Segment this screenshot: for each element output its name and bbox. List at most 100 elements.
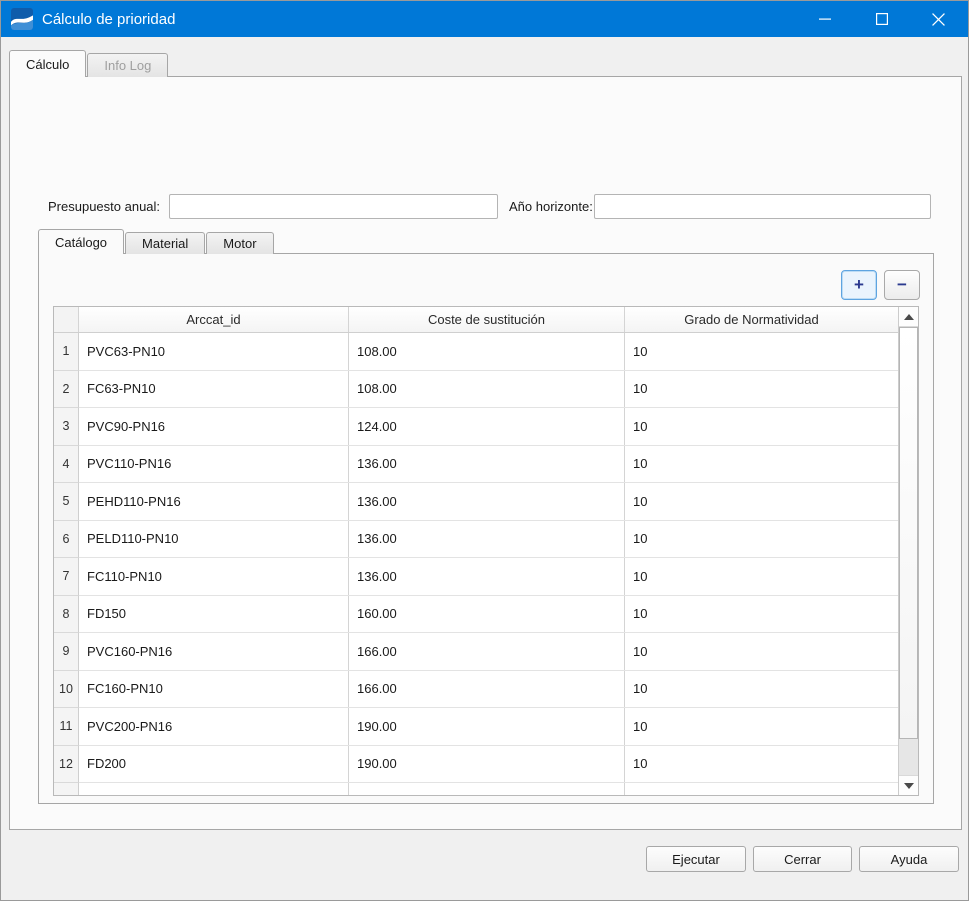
cell-coste[interactable]: 136.00 [349, 483, 625, 520]
app-logo-icon [11, 8, 33, 30]
table-row[interactable]: 7 FC110-PN10 136.00 10 [54, 558, 918, 596]
tab-info-log[interactable]: Info Log [87, 53, 168, 77]
horizonte-input[interactable] [594, 194, 931, 219]
table-body: 1 PVC63-PN10 108.00 10 2 FC63-PN10 108.0… [54, 333, 918, 796]
table-header-row: Arccat_id Coste de sustitución Grado de … [54, 307, 918, 333]
cell-grado[interactable]: 10 [625, 408, 878, 445]
column-header-coste[interactable]: Coste de sustitución [349, 307, 625, 332]
table-row[interactable]: 1 PVC63-PN10 108.00 10 [54, 333, 918, 371]
cell-arccat-id[interactable]: FD150 [79, 596, 349, 633]
cell-arccat-id[interactable]: PVC160-PN16 [79, 633, 349, 670]
close-button[interactable] [916, 1, 961, 37]
presupuesto-label: Presupuesto anual: [48, 194, 160, 219]
row-number-cell[interactable]: 5 [54, 483, 79, 521]
window-title: Cálculo de prioridad [42, 11, 175, 28]
cell-coste[interactable]: 166.00 [349, 633, 625, 670]
cell-grado[interactable]: 10 [625, 746, 878, 783]
cell-coste[interactable]: 136.00 [349, 521, 625, 558]
cell-grado[interactable]: 10 [625, 521, 878, 558]
cell-grado[interactable] [625, 783, 878, 796]
cell-coste[interactable]: 166.00 [349, 671, 625, 708]
row-number-cell[interactable] [54, 783, 79, 796]
table-row[interactable]: 10 FC160-PN10 166.00 10 [54, 671, 918, 709]
remove-row-button[interactable]: − [884, 270, 920, 300]
row-number-cell[interactable]: 8 [54, 596, 79, 634]
minimize-button[interactable] [802, 1, 847, 37]
table-vertical-scrollbar[interactable] [898, 307, 918, 795]
row-number-cell[interactable]: 12 [54, 746, 79, 784]
inner-tab-bar: Catálogo Material Motor [38, 229, 274, 254]
table-row[interactable]: 12 FD200 190.00 10 [54, 746, 918, 784]
cell-grado[interactable]: 10 [625, 333, 878, 370]
row-number-cell[interactable]: 11 [54, 708, 79, 746]
scrollbar-groove [899, 739, 918, 775]
cell-arccat-id[interactable]: FD200 [79, 746, 349, 783]
catalog-table: Arccat_id Coste de sustitución Grado de … [53, 306, 919, 796]
cell-arccat-id[interactable]: PEHD110-PN16 [79, 483, 349, 520]
cell-coste[interactable]: 160.00 [349, 596, 625, 633]
cell-arccat-id[interactable]: PELD110-PN10 [79, 521, 349, 558]
add-row-button[interactable]: + [841, 270, 877, 300]
cell-coste[interactable]: 108.00 [349, 371, 625, 408]
cell-coste[interactable]: 136.00 [349, 446, 625, 483]
tab-calculo[interactable]: Cálculo [9, 50, 86, 77]
cell-coste[interactable] [349, 783, 625, 796]
cerrar-button[interactable]: Cerrar [753, 846, 852, 872]
presupuesto-input[interactable] [169, 194, 498, 219]
scroll-down-icon[interactable] [899, 775, 919, 795]
table-corner-cell [54, 307, 79, 332]
table-row[interactable]: 3 PVC90-PN16 124.00 10 [54, 408, 918, 446]
column-header-arccat-id[interactable]: Arccat_id [79, 307, 349, 332]
dialog-window: Cálculo de prioridad Cálculo Info Log No… [0, 0, 969, 901]
cell-arccat-id[interactable]: PVC90-PN16 [79, 408, 349, 445]
horizonte-label: Año horizonte: [509, 194, 593, 219]
table-row[interactable]: 2 FC63-PN10 108.00 10 [54, 371, 918, 409]
scrollbar-thumb[interactable] [899, 327, 918, 739]
table-row[interactable]: 6 PELD110-PN10 136.00 10 [54, 521, 918, 559]
cell-coste[interactable]: 190.00 [349, 708, 625, 745]
column-header-grado[interactable]: Grado de Normatividad [625, 307, 878, 332]
maximize-button[interactable] [859, 1, 904, 37]
scroll-up-icon[interactable] [899, 307, 919, 327]
row-number-cell[interactable]: 9 [54, 633, 79, 671]
cell-grado[interactable]: 10 [625, 708, 878, 745]
ayuda-button[interactable]: Ayuda [859, 846, 959, 872]
table-row[interactable]: 9 PVC160-PN16 166.00 10 [54, 633, 918, 671]
table-row[interactable]: 11 PVC200-PN16 190.00 10 [54, 708, 918, 746]
table-row[interactable]: 8 FD150 160.00 10 [54, 596, 918, 634]
cell-grado[interactable]: 10 [625, 371, 878, 408]
row-number-cell[interactable]: 7 [54, 558, 79, 596]
cell-arccat-id[interactable] [79, 783, 349, 796]
table-row[interactable] [54, 783, 918, 796]
row-number-cell[interactable]: 3 [54, 408, 79, 446]
cell-grado[interactable]: 10 [625, 596, 878, 633]
cell-coste[interactable]: 124.00 [349, 408, 625, 445]
row-number-cell[interactable]: 10 [54, 671, 79, 709]
cell-coste[interactable]: 190.00 [349, 746, 625, 783]
cell-grado[interactable]: 10 [625, 558, 878, 595]
row-number-cell[interactable]: 6 [54, 521, 79, 559]
cell-grado[interactable]: 10 [625, 446, 878, 483]
ejecutar-button[interactable]: Ejecutar [646, 846, 746, 872]
row-number-cell[interactable]: 4 [54, 446, 79, 484]
main-tab-bar: Cálculo Info Log [9, 50, 168, 77]
cell-arccat-id[interactable]: FC110-PN10 [79, 558, 349, 595]
tab-material[interactable]: Material [125, 232, 205, 254]
cell-arccat-id[interactable]: PVC200-PN16 [79, 708, 349, 745]
cell-arccat-id[interactable]: FC63-PN10 [79, 371, 349, 408]
cell-arccat-id[interactable]: FC160-PN10 [79, 671, 349, 708]
cell-grado[interactable]: 10 [625, 633, 878, 670]
row-number-cell[interactable]: 2 [54, 371, 79, 409]
title-bar: Cálculo de prioridad [1, 1, 968, 37]
row-number-cell[interactable]: 1 [54, 333, 79, 371]
cell-grado[interactable]: 10 [625, 671, 878, 708]
tab-catalogo[interactable]: Catálogo [38, 229, 124, 254]
table-row[interactable]: 5 PEHD110-PN16 136.00 10 [54, 483, 918, 521]
tab-motor[interactable]: Motor [206, 232, 273, 254]
cell-grado[interactable]: 10 [625, 483, 878, 520]
table-row[interactable]: 4 PVC110-PN16 136.00 10 [54, 446, 918, 484]
cell-coste[interactable]: 136.00 [349, 558, 625, 595]
cell-arccat-id[interactable]: PVC110-PN16 [79, 446, 349, 483]
cell-coste[interactable]: 108.00 [349, 333, 625, 370]
cell-arccat-id[interactable]: PVC63-PN10 [79, 333, 349, 370]
